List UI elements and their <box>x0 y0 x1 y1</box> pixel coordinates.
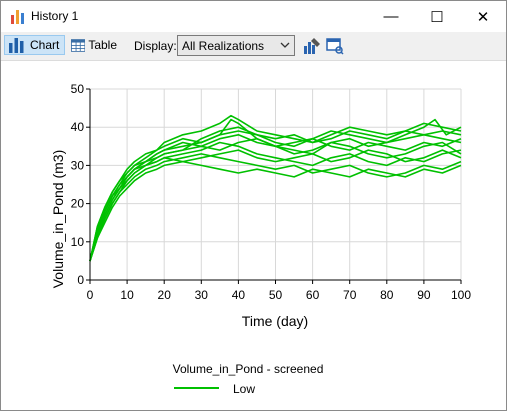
window-title: History 1 <box>31 9 79 23</box>
display-label: Display: <box>134 39 177 53</box>
x-tick-label: 10 <box>120 288 134 302</box>
legend-title: Volume_in_Pond - screened <box>173 362 324 376</box>
bar-chart-icon <box>9 38 24 53</box>
history-chart: 0 10 20 30 40 50 60 70 80 90 100 0 10 20 30 40 50 Time (… <box>50 82 472 396</box>
y-tick-label: 30 <box>71 158 85 172</box>
chart-app-icon <box>11 10 24 24</box>
maximize-button[interactable]: ☐ <box>414 1 460 32</box>
chart-view-button[interactable]: Chart <box>4 35 65 55</box>
close-button[interactable]: ✕ <box>460 1 506 32</box>
x-tick-label: 90 <box>417 288 431 302</box>
table-view-label: Table <box>88 38 117 52</box>
chart-properties-icon[interactable] <box>303 37 321 55</box>
screen-capture-icon[interactable] <box>326 37 344 55</box>
chart-axes: 0 10 20 30 40 50 60 70 80 90 100 0 10 20 30 40 50 <box>71 82 472 302</box>
display-dropdown-value: All Realizations <box>182 39 265 53</box>
chevron-down-icon <box>280 42 290 48</box>
x-tick-label: 100 <box>451 288 471 302</box>
x-tick-label: 50 <box>269 288 283 302</box>
x-tick-label: 70 <box>343 288 357 302</box>
y-tick-label: 20 <box>71 197 85 211</box>
chart-view-label: Chart <box>30 38 60 52</box>
display-dropdown[interactable]: All Realizations <box>177 35 295 56</box>
x-tick-label: 20 <box>158 288 172 302</box>
y-tick-label: 40 <box>71 120 85 134</box>
y-tick-label: 50 <box>71 82 85 96</box>
legend-entry-low: Low <box>233 382 255 396</box>
table-view-button[interactable]: Table <box>68 35 120 55</box>
x-tick-label: 80 <box>380 288 394 302</box>
x-axis-label: Time (day) <box>242 313 308 329</box>
x-tick-label: 30 <box>195 288 209 302</box>
x-tick-label: 0 <box>87 288 94 302</box>
toolbar: Chart Table Display: All Realizations <box>1 32 506 61</box>
x-tick-label: 40 <box>232 288 246 302</box>
chart-grid <box>89 88 462 281</box>
x-tick-label: 60 <box>306 288 320 302</box>
table-icon <box>71 38 86 52</box>
y-tick-label: 0 <box>77 273 84 287</box>
y-tick-label: 10 <box>71 235 85 249</box>
minimize-button[interactable]: — <box>368 1 414 32</box>
title-bar: History 1 — ☐ ✕ <box>1 1 506 32</box>
history-window: History 1 — ☐ ✕ Chart Table Display: All… <box>0 0 507 411</box>
y-axis-label: Volume_in_Pond (m3) <box>50 150 66 289</box>
